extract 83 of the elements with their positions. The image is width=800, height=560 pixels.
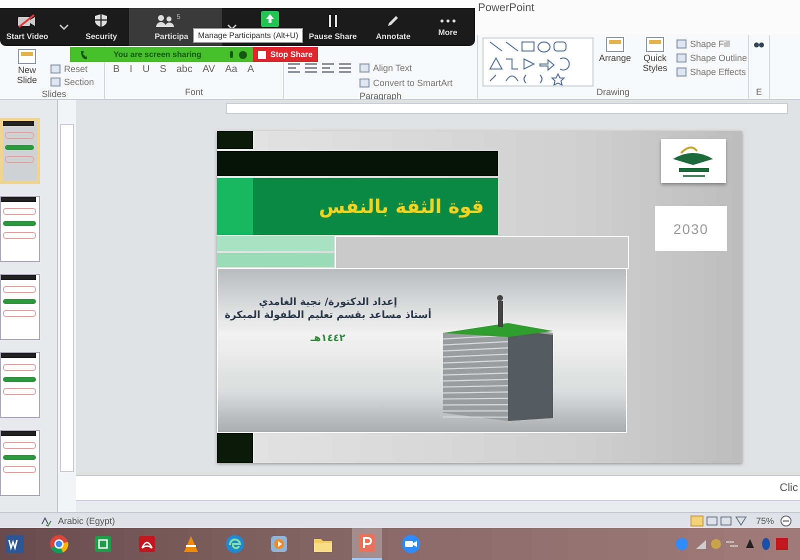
slide-icon bbox=[18, 49, 36, 64]
slide-thumbnail[interactable] bbox=[0, 196, 40, 262]
ribbon-button[interactable]: Section bbox=[50, 75, 94, 88]
notes-placeholder: Clic bbox=[780, 482, 798, 494]
group-label: E bbox=[754, 87, 763, 99]
format-button[interactable]: abc bbox=[172, 63, 196, 76]
sharing-status: You are screen sharing bbox=[112, 50, 202, 59]
ribbon-button[interactable]: Convert to SmartArt bbox=[359, 76, 453, 89]
slide-title: قوة الثقة بالنفس bbox=[318, 196, 484, 218]
format-button[interactable]: AV bbox=[198, 63, 220, 76]
pause-icon bbox=[326, 14, 339, 28]
group-label: Drawing bbox=[595, 87, 630, 99]
align-icon[interactable] bbox=[288, 63, 300, 73]
small-icon bbox=[359, 62, 370, 72]
align-icon[interactable] bbox=[322, 63, 334, 73]
stop-share-button[interactable]: Stop Share bbox=[253, 47, 318, 62]
chevron-icon bbox=[59, 23, 70, 31]
people-icon bbox=[154, 14, 175, 28]
toolbar-button[interactable]: Start Video bbox=[0, 8, 55, 46]
ribbon-button[interactable]: New Slide bbox=[8, 49, 46, 89]
spellcheck-icon bbox=[40, 514, 52, 526]
tooltip: Manage Participants (Alt+U) bbox=[193, 28, 304, 43]
small-icon bbox=[50, 76, 61, 86]
app-icon bbox=[224, 533, 246, 555]
ribbon-button[interactable]: Shape Fill bbox=[676, 37, 730, 50]
app-icon bbox=[268, 533, 290, 555]
zoom-out-icon[interactable] bbox=[780, 514, 792, 526]
app-icon bbox=[48, 533, 70, 555]
app-icon bbox=[92, 533, 114, 555]
format-button[interactable]: I bbox=[126, 63, 136, 76]
ribbon-button[interactable]: Shape Effects bbox=[676, 65, 746, 78]
slide-thumbnail[interactable] bbox=[0, 352, 40, 418]
small-icon bbox=[676, 52, 687, 62]
horizontal-scrollbar[interactable] bbox=[76, 500, 800, 512]
video-off-icon bbox=[17, 14, 38, 28]
slide-thumbnail[interactable] bbox=[0, 118, 40, 184]
stop-icon bbox=[258, 50, 266, 58]
ribbon-button[interactable]: Align Text bbox=[359, 61, 412, 74]
ribbon-button[interactable]: Arrange bbox=[596, 37, 634, 77]
toolbar-button[interactable]: More bbox=[420, 8, 476, 46]
small-icon bbox=[676, 38, 687, 48]
small-icon bbox=[676, 66, 687, 76]
format-button[interactable]: A bbox=[243, 63, 258, 76]
language-indicator[interactable]: Arabic (Egypt) bbox=[58, 516, 116, 526]
phone-icon bbox=[80, 50, 88, 60]
position-text: أستاذ مساعد بقسم تعليم الطفولة المبكرة bbox=[224, 310, 432, 321]
slide-thumbnail[interactable] bbox=[0, 430, 40, 496]
shield-icon bbox=[94, 13, 108, 28]
more-icon bbox=[440, 18, 456, 24]
group-label: Paragraph bbox=[358, 91, 403, 101]
group-label: Slides bbox=[40, 89, 68, 99]
align-icon[interactable] bbox=[305, 63, 317, 73]
app-icon bbox=[400, 533, 422, 555]
window-title: PowerPoint bbox=[478, 2, 534, 14]
corner-block bbox=[217, 131, 253, 149]
mic-settings-icons[interactable] bbox=[227, 50, 249, 60]
date-text: ١٤٤٢هـ bbox=[310, 333, 346, 344]
small-icon bbox=[359, 78, 370, 88]
toolbar-button[interactable]: Annotate bbox=[366, 8, 420, 46]
vision-text: 2030 bbox=[673, 220, 709, 236]
slide-thumbnail[interactable] bbox=[0, 274, 40, 340]
format-button[interactable]: S bbox=[156, 63, 170, 76]
format-button[interactable]: Aa bbox=[221, 63, 242, 76]
toolbar-button[interactable]: Security bbox=[74, 8, 129, 46]
format-button[interactable]: U bbox=[138, 63, 154, 76]
notes-pane[interactable]: Clic bbox=[76, 475, 800, 500]
corner-block bbox=[217, 433, 253, 463]
share-screen-icon bbox=[261, 11, 280, 27]
app-icon bbox=[4, 533, 26, 555]
zoom-level[interactable]: 75% bbox=[756, 516, 774, 526]
university-logo bbox=[661, 139, 726, 183]
small-icon bbox=[50, 64, 61, 74]
format-button[interactable]: B bbox=[109, 63, 124, 76]
app-icon bbox=[356, 532, 378, 554]
chevron-icon bbox=[226, 23, 237, 31]
ribbon-button[interactable]: Reset bbox=[50, 62, 88, 75]
group-label: Font bbox=[184, 87, 204, 99]
app-icon bbox=[136, 533, 158, 555]
ribbon-button[interactable]: Quick Styles bbox=[636, 37, 674, 77]
pencil-icon bbox=[386, 14, 400, 28]
align-icon[interactable] bbox=[339, 63, 351, 73]
ribbon-button[interactable]: Shape Outline bbox=[676, 51, 748, 64]
author-text: إعداد الدكتورة/ نجية الغامدي bbox=[258, 297, 398, 308]
